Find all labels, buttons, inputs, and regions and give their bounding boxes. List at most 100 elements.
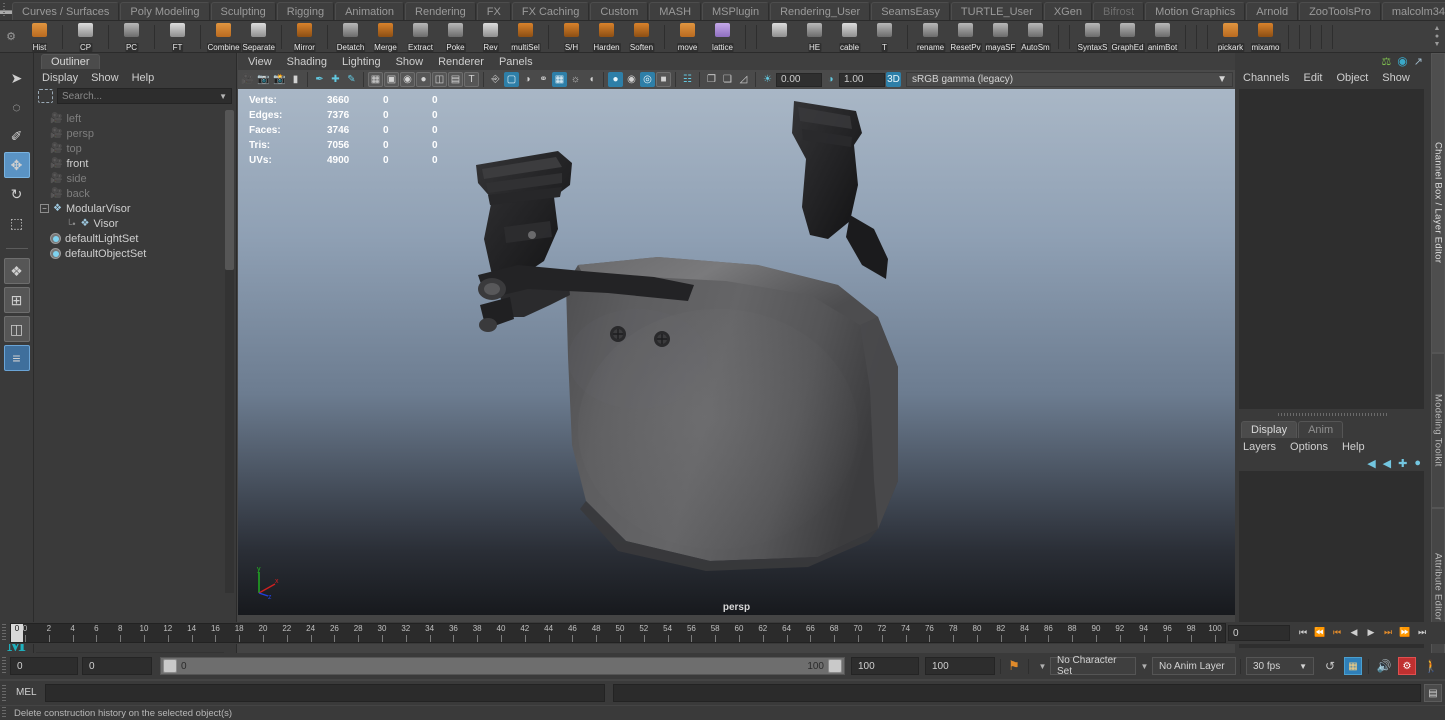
step-back-frame-icon[interactable]: ⏮ bbox=[1330, 624, 1344, 641]
shelf-button-pc[interactable]: PC bbox=[115, 22, 148, 52]
shelf-button-move[interactable]: move bbox=[671, 22, 704, 52]
layers-menu[interactable]: Layers bbox=[1243, 441, 1276, 453]
shelf-tab-fx-caching[interactable]: FX Caching bbox=[512, 2, 589, 20]
shelf-button-multisel[interactable]: multiSel bbox=[509, 22, 542, 52]
viewport-menu-panels[interactable]: Panels bbox=[499, 56, 533, 68]
model-modular-visor[interactable] bbox=[458, 89, 1018, 589]
tab-display-layers[interactable]: Display bbox=[1241, 421, 1297, 438]
current-frame-field[interactable]: 0 bbox=[1228, 625, 1290, 641]
shelf-tab-rigging[interactable]: Rigging bbox=[277, 2, 334, 20]
shelf-tab-fx[interactable]: FX bbox=[477, 2, 511, 20]
shelf-tab-motion-graphics[interactable]: Motion Graphics bbox=[1145, 2, 1245, 20]
rotate-tool[interactable]: ↻ bbox=[4, 181, 30, 207]
shelf-tab-sculpting[interactable]: Sculpting bbox=[211, 2, 276, 20]
outliner-item-defaultlightset[interactable]: defaultLightSet bbox=[36, 231, 224, 246]
shelf-button-graphed[interactable]: GraphEd bbox=[1111, 22, 1144, 52]
chevron-down-icon[interactable]: ▼ bbox=[1217, 74, 1227, 85]
search-filter-icon[interactable] bbox=[38, 89, 53, 103]
go-to-start-icon[interactable]: ⏮ bbox=[1296, 624, 1310, 641]
command-language-label[interactable]: MEL bbox=[16, 687, 37, 698]
auto-keyframe-icon[interactable]: ▦ bbox=[1344, 657, 1362, 675]
gamma-icon[interactable]: ◑ bbox=[823, 72, 838, 87]
channel-box-content[interactable] bbox=[1239, 89, 1424, 409]
shade-wireframe-icon[interactable]: ◑ bbox=[520, 72, 535, 87]
step-forward-frame-icon[interactable]: ⏭ bbox=[1381, 624, 1395, 641]
shelf-button-s-h[interactable]: S/H bbox=[555, 22, 588, 52]
loop-playback-icon[interactable]: ↺ bbox=[1322, 657, 1338, 675]
shelf-button-animbot[interactable]: animBot bbox=[1146, 22, 1179, 52]
shelf-options-gear-icon[interactable]: ⚙ bbox=[0, 21, 22, 53]
anim-layer-dropdown-icon[interactable]: ▼ bbox=[1138, 657, 1151, 675]
shelf-tab-rendering-user[interactable]: Rendering_User bbox=[770, 2, 870, 20]
help-line-grip[interactable] bbox=[2, 707, 6, 719]
options-menu[interactable]: Options bbox=[1290, 441, 1328, 453]
scale-tool[interactable]: ⬚ bbox=[4, 210, 30, 236]
node-editor-icon[interactable]: ⚖ bbox=[1381, 55, 1391, 68]
shelf-button-m-white[interactable] bbox=[763, 22, 796, 52]
color-management-icon[interactable]: 3D bbox=[886, 72, 901, 87]
shelf-tab-msplugin[interactable]: MSPlugin bbox=[702, 2, 769, 20]
shelf-button-mixamo[interactable]: mixamo bbox=[1249, 22, 1282, 52]
character-set-dropdown-icon[interactable]: ▼ bbox=[1036, 657, 1049, 675]
gate-mask-icon[interactable]: ● bbox=[416, 72, 431, 87]
new-layer-from-selected-icon[interactable]: ● bbox=[1414, 457, 1421, 470]
attribute-spreadsheet-icon[interactable]: ◉ bbox=[1397, 54, 1407, 68]
range-bar-grip[interactable] bbox=[2, 657, 6, 675]
multisample-icon[interactable]: ◉ bbox=[624, 72, 639, 87]
shelf-button-resetpv[interactable]: ResetPv bbox=[949, 22, 982, 52]
expand-collapse-icon[interactable]: − bbox=[40, 204, 49, 213]
shelf-button-harden[interactable]: Harden bbox=[590, 22, 623, 52]
outliner-menu-show[interactable]: Show bbox=[91, 72, 119, 84]
shelf-button-mirror[interactable]: Mirror bbox=[288, 22, 321, 52]
shelf-tab-bifrost[interactable]: Bifrost bbox=[1093, 2, 1144, 20]
resolution-gate-icon[interactable]: ◉ bbox=[400, 72, 415, 87]
camera-lock-icon[interactable]: 📷 bbox=[256, 72, 271, 87]
shelf-scroll-up-icon[interactable]: ▲ bbox=[1434, 25, 1441, 32]
outliner-persp-layout[interactable]: ≡ bbox=[4, 345, 30, 371]
step-back-keyframe-icon[interactable]: ⏪ bbox=[1313, 624, 1327, 641]
chevron-down-icon[interactable]: ▼ bbox=[1299, 662, 1307, 671]
viewport-menu-renderer[interactable]: Renderer bbox=[438, 56, 484, 68]
playback-end-time-field[interactable]: 100 bbox=[851, 657, 919, 675]
shelf-button-detatch[interactable]: Detatch bbox=[334, 22, 367, 52]
gamma-value[interactable]: 1.00 bbox=[839, 73, 885, 87]
exposure-value[interactable]: 0.00 bbox=[776, 73, 822, 87]
step-forward-keyframe-icon[interactable]: ⏩ bbox=[1398, 624, 1412, 641]
outliner-item-left[interactable]: 🎥left bbox=[36, 111, 224, 126]
film-gate-icon[interactable]: ▣ bbox=[384, 72, 399, 87]
shelf-button-he[interactable]: HE bbox=[798, 22, 831, 52]
script-editor-icon[interactable]: ▤ bbox=[1424, 684, 1442, 702]
show-menu[interactable]: Show bbox=[1382, 72, 1410, 84]
character-pose-icon[interactable]: 🚶 bbox=[1422, 657, 1440, 675]
render-view-icon[interactable]: ❐ bbox=[704, 72, 719, 87]
auto-key-bookmark-icon[interactable]: ⚑ bbox=[1006, 657, 1022, 675]
outliner-vertical-scrollbar[interactable] bbox=[225, 110, 234, 593]
shelf-button-rename[interactable]: rename bbox=[914, 22, 947, 52]
shelf-tab-custom[interactable]: Custom bbox=[590, 2, 648, 20]
motion-blur-icon[interactable]: ● bbox=[608, 72, 623, 87]
new-layer-icon[interactable]: ✚ bbox=[1398, 457, 1407, 470]
shelf-button-rev[interactable]: Rev bbox=[474, 22, 507, 52]
shelf-tab-turtle-user[interactable]: TURTLE_User bbox=[951, 2, 1043, 20]
shelf-button-syntaxs[interactable]: SyntaxS bbox=[1076, 22, 1109, 52]
shelf-tab-xgen[interactable]: XGen bbox=[1044, 2, 1092, 20]
range-slider-end-knob[interactable] bbox=[828, 659, 842, 673]
chevron-down-icon[interactable]: ▼ bbox=[219, 92, 227, 101]
two-pane-layout[interactable]: ◫ bbox=[4, 316, 30, 342]
shelf-tab-mash[interactable]: MASH bbox=[649, 2, 701, 20]
xray-icon[interactable]: ■ bbox=[656, 72, 671, 87]
outliner-list[interactable]: 🎥left🎥persp🎥top🎥front🎥side🎥back−❖Modular… bbox=[36, 110, 224, 593]
viewport-menu-shading[interactable]: Shading bbox=[287, 56, 327, 68]
outliner-menu-help[interactable]: Help bbox=[132, 72, 155, 84]
safe-area-icon[interactable]: ◫ bbox=[432, 72, 447, 87]
outliner-item-modularvisor[interactable]: −❖ModularVisor bbox=[36, 201, 224, 216]
channel-box-resize-handle[interactable] bbox=[1278, 413, 1388, 416]
color-management-dropdown[interactable]: sRGB gamma (legacy) ▼ bbox=[906, 72, 1233, 87]
bookmark-icon[interactable]: ▮ bbox=[288, 72, 303, 87]
play-forwards-icon[interactable]: ▶ bbox=[1364, 624, 1378, 641]
viewport-menu-view[interactable]: View bbox=[248, 56, 272, 68]
shelf-tab-malcolm341-mega-pack[interactable]: malcolm341_mega_pack bbox=[1382, 2, 1445, 20]
move-tool[interactable]: ✥ bbox=[4, 152, 30, 178]
shelf-button-extract[interactable]: Extract bbox=[404, 22, 437, 52]
camera-attributes-icon[interactable]: 📸 bbox=[272, 72, 287, 87]
